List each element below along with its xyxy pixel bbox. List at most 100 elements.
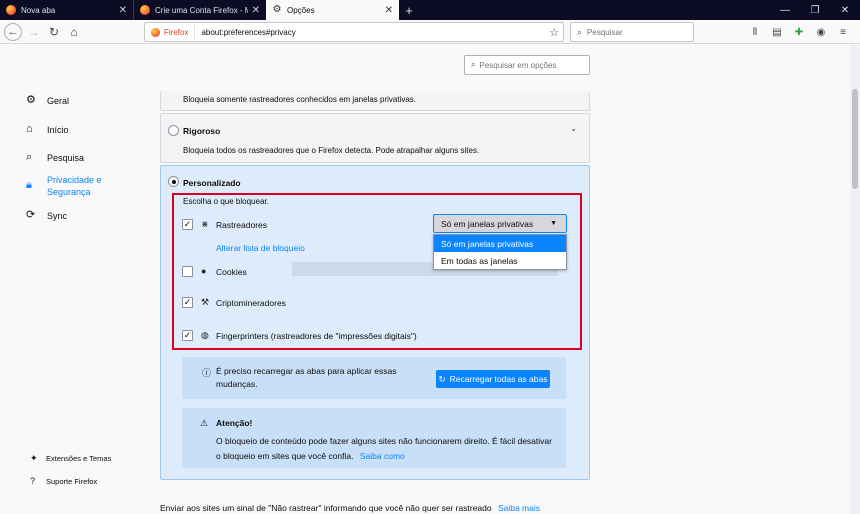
home-icon: ⌂ <box>26 123 33 135</box>
tab-strip: Nova aba ✕ Crie uma Conta Firefox - Mani… <box>0 0 860 20</box>
dropdown-popup: Só em janelas privativas Em todas as jan… <box>433 234 567 270</box>
trackers-checkbox[interactable]: ✓ <box>182 219 193 230</box>
tab-crie-conta[interactable]: Crie uma Conta Firefox - Mani ✕ <box>133 0 266 20</box>
puzzle-icon: ✦ <box>30 453 38 463</box>
learn-how-link[interactable]: Saiba como <box>360 451 405 461</box>
lock-icon: 🔒︎ <box>26 179 32 191</box>
sidebar-link-suporte[interactable]: ? Suporte Firefox <box>30 476 97 486</box>
url-text[interactable]: about:preferences#privacy <box>201 28 545 37</box>
reload-all-tabs-button[interactable]: ↻ Recarregar todas as abas <box>436 370 550 388</box>
minimize-icon[interactable]: — <box>770 0 800 20</box>
forward-icon[interactable]: → <box>24 22 44 42</box>
preferences-content: ⌕ Pesquisar em opções Bloqueia somente r… <box>160 45 850 514</box>
sync-icon: ⟳ <box>26 209 36 221</box>
gear-icon: ⚙ <box>26 94 36 106</box>
search-input[interactable]: ⌕ Pesquisar <box>570 22 694 42</box>
sidebar-item-privacidade[interactable]: 🔒︎ Privacidade e Segurança <box>26 174 117 198</box>
standard-description: Bloqueia somente rastreadores conhecidos… <box>183 95 417 104</box>
sidebar-item-pesquisa[interactable]: ⌕ Pesquisa <box>26 152 84 164</box>
option-private-windows[interactable]: Só em janelas privativas <box>434 235 566 252</box>
url-bar[interactable]: Firefox about:preferences#privacy ☆ <box>144 22 564 42</box>
warning-icon: ⚠ <box>200 418 209 428</box>
close-tab-icon[interactable]: ✕ <box>385 5 393 16</box>
help-icon: ? <box>30 476 36 486</box>
warning-text: O bloqueio de conteúdo pode fazer alguns… <box>216 434 556 464</box>
standard-option-card: Bloqueia somente rastreadores conhecidos… <box>160 91 590 111</box>
dnt-text: Enviar aos sites um sinal de "Não rastre… <box>160 503 492 513</box>
sidebar-item-label: Geral <box>47 96 70 106</box>
identity-label: Firefox <box>164 27 189 37</box>
tracker-icon: ⋇ <box>201 219 209 229</box>
window-controls: — ❐ ✕ <box>770 0 860 20</box>
preferences-sidebar: ⚙ Geral ⌂ Início ⌕ Pesquisa 🔒︎ Privacida… <box>0 45 160 514</box>
bookmark-star-icon[interactable]: ☆ <box>545 26 563 39</box>
cryptominers-checkbox[interactable]: ✓ <box>182 297 193 308</box>
scrollbar[interactable] <box>850 45 860 514</box>
search-icon: ⌕ <box>26 151 33 163</box>
close-tab-icon[interactable]: ✕ <box>119 5 127 16</box>
reload-icon: ↻ <box>438 373 446 384</box>
close-tab-icon[interactable]: ✕ <box>252 5 260 16</box>
trackers-label: Rastreadores <box>216 220 268 230</box>
cookies-checkbox[interactable] <box>182 266 193 277</box>
account-icon[interactable]: ◉ <box>810 27 832 38</box>
footer-label: Extensões e Temas <box>46 454 112 463</box>
warning-title: Atenção! <box>216 418 253 428</box>
library-icon[interactable]: ⫴ <box>744 27 766 38</box>
tab-title: Crie uma Conta Firefox - Mani <box>155 5 248 15</box>
home-icon[interactable]: ⌂ <box>64 22 84 42</box>
sidebar-item-sync[interactable]: ⟳ Sync <box>26 210 67 222</box>
reload-icon[interactable]: ↻ <box>44 22 64 42</box>
sidebar-item-label: Privacidade e Segurança <box>47 175 102 197</box>
learn-more-link[interactable]: Saiba mais <box>498 503 540 513</box>
custom-radio[interactable] <box>168 176 179 187</box>
firefox-icon <box>140 5 150 15</box>
custom-title: Personalizado <box>183 178 241 188</box>
fingerprint-icon: ◍ <box>201 330 209 340</box>
button-label: Recarregar todas as abas <box>449 374 548 384</box>
menu-icon[interactable]: ≡ <box>832 27 854 38</box>
strict-option-card[interactable]: Rigoroso ⌄ Bloqueia todos os rastreadore… <box>160 113 590 163</box>
sidebar-item-label: Sync <box>47 211 68 221</box>
fingerprinters-checkbox[interactable]: ✓ <box>182 330 193 341</box>
option-all-windows[interactable]: Em todas as janelas <box>434 252 566 269</box>
scrollbar-thumb[interactable] <box>852 89 858 189</box>
strict-description: Bloqueia todos os rastreadores que o Fir… <box>183 146 480 155</box>
dropdown-arrow-icon: ▼ <box>550 220 557 227</box>
cryptominers-label: Criptomineradores <box>216 298 286 308</box>
strict-radio[interactable] <box>168 125 179 136</box>
new-tab-button[interactable]: + <box>399 0 419 20</box>
close-window-icon[interactable]: ✕ <box>830 0 860 20</box>
find-placeholder: Pesquisar em opções <box>479 60 557 70</box>
back-icon[interactable]: ← <box>4 22 22 41</box>
firefox-icon <box>6 5 16 15</box>
navigation-toolbar: ← → ↻ ⌂ Firefox about:preferences#privac… <box>0 20 860 44</box>
tab-title: Nova aba <box>21 5 56 15</box>
gear-icon: ⚙ <box>272 4 282 15</box>
chevron-down-icon[interactable]: ⌄ <box>570 124 577 133</box>
maximize-icon[interactable]: ❐ <box>800 0 830 20</box>
firefox-icon <box>151 27 160 37</box>
sidebar-item-label: Início <box>47 125 69 135</box>
extension-icon[interactable]: ✚ <box>788 27 810 38</box>
sidebar-link-extensoes[interactable]: ✦ Extensões e Temas <box>30 453 111 464</box>
search-placeholder: Pesquisar <box>587 27 623 37</box>
cookie-icon: ● <box>201 266 207 276</box>
fingerprinters-label: Fingerprinters (rastreadores de "impress… <box>216 331 417 341</box>
footer-label: Suporte Firefox <box>46 476 98 486</box>
sidebar-item-geral[interactable]: ⚙ Geral <box>26 95 69 107</box>
identity-box[interactable]: Firefox <box>145 25 196 39</box>
trackers-scope-select[interactable]: Só em janelas privativas ▼ <box>433 214 567 233</box>
strict-title: Rigoroso <box>183 126 221 136</box>
do-not-track-row: Enviar aos sites um sinal de "Não rastre… <box>160 503 540 513</box>
sidebar-item-inicio[interactable]: ⌂ Início <box>26 124 69 136</box>
cryptominer-icon: ⚒ <box>201 297 210 307</box>
tab-opcoes[interactable]: ⚙ Opções ✕ <box>266 0 399 20</box>
sidebar-icon[interactable]: ▤ <box>766 27 788 38</box>
warning-notice: ⚠ Atenção! O bloqueio de conteúdo pode f… <box>182 408 566 468</box>
tab-nova-aba[interactable]: Nova aba ✕ <box>0 0 133 20</box>
find-in-preferences-input[interactable]: ⌕ Pesquisar em opções <box>464 55 590 75</box>
tab-title: Opções <box>287 5 315 15</box>
reload-text: É preciso recarregar as abas para aplica… <box>216 366 397 389</box>
change-blocklist-link[interactable]: Alterar lista de bloqueio <box>216 243 305 253</box>
